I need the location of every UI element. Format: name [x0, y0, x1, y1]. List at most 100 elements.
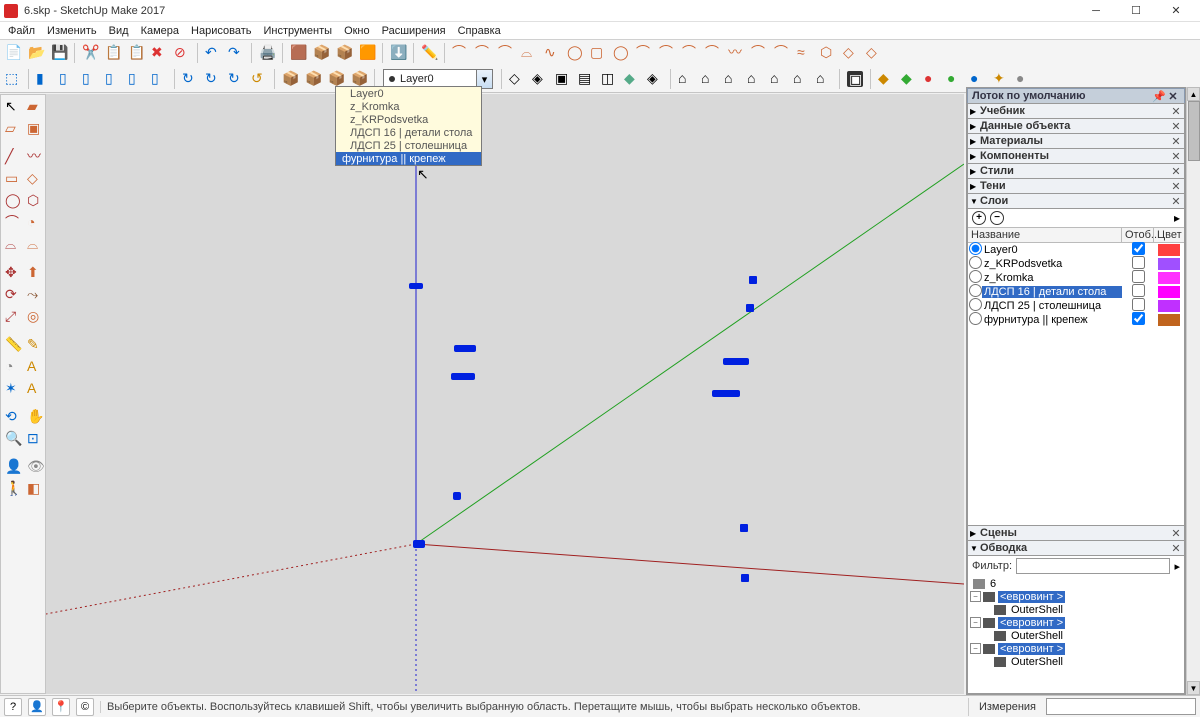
style3-button[interactable]: ▣ — [552, 68, 574, 90]
new-file-button[interactable]: 📄 — [2, 42, 24, 64]
outliner-menu-button[interactable]: ▸ — [1174, 560, 1180, 573]
view6-button[interactable]: ▯ — [148, 68, 170, 90]
credits-button[interactable]: © — [76, 698, 94, 716]
layers-menu-button[interactable]: ▸ — [1174, 211, 1180, 225]
style1-button[interactable]: ◇ — [506, 68, 528, 90]
arc16-button[interactable]: ≈ — [794, 42, 816, 64]
line-tool[interactable]: ╱ — [3, 147, 23, 167]
rotate-tool[interactable]: ⟳ — [3, 285, 23, 305]
right-scrollbar[interactable]: ▲ ▼ — [1186, 87, 1200, 695]
menu-extensions[interactable]: Расширения — [376, 23, 452, 39]
layer-dropdown-list[interactable]: Layer0 z_Kromka z_KRPodsvetka ЛДСП 16 | … — [335, 86, 482, 166]
measure-input[interactable] — [1046, 698, 1196, 715]
collapse-icon[interactable]: − — [970, 643, 981, 654]
zoomwin-tool[interactable]: ⊡ — [25, 429, 45, 449]
cut-button[interactable]: ✂️ — [79, 42, 101, 64]
freehand-tool[interactable]: 〰 — [25, 147, 45, 167]
pie-tool[interactable]: ◔ — [25, 213, 45, 233]
layer-row[interactable]: ЛДСП 25 | столешница — [968, 299, 1184, 313]
menu-view[interactable]: Вид — [103, 23, 135, 39]
polygon-tool[interactable]: ⬡ — [25, 191, 45, 211]
menu-tools[interactable]: Инструменты — [257, 23, 338, 39]
dropdown-item-furniture[interactable]: фурнитура || крепеж — [336, 152, 481, 165]
dropdown-item-ldsp16[interactable]: ЛДСП 16 | детали стола — [336, 126, 481, 139]
menu-edit[interactable]: Изменить — [41, 23, 103, 39]
section-close-icon[interactable]: ✕ — [1170, 527, 1182, 540]
view4-button[interactable]: ▯ — [102, 68, 124, 90]
style4-button[interactable]: ▤ — [575, 68, 597, 90]
offset-tool[interactable]: ◎ — [25, 307, 45, 327]
axes-tool[interactable]: ✶ — [3, 379, 23, 399]
tree-row[interactable]: OuterShell — [970, 629, 1182, 642]
ext3-button[interactable]: ● — [921, 68, 943, 90]
dropdown-item-ldsp25[interactable]: ЛДСП 25 | столешница — [336, 139, 481, 152]
arc3-button[interactable]: ⌒ — [495, 42, 517, 64]
section-styles[interactable]: ▶Стили✕ — [967, 163, 1185, 179]
section-close-icon[interactable]: ✕ — [1170, 180, 1182, 193]
section-entity[interactable]: ▶Данные объекта✕ — [967, 118, 1185, 134]
scale-tool[interactable]: ⤢ — [3, 307, 23, 327]
layer-active-radio[interactable] — [969, 256, 982, 269]
section-materials[interactable]: ▶Материалы✕ — [967, 133, 1185, 149]
dimension-tool[interactable]: ✎ — [25, 335, 45, 355]
section-close-icon[interactable]: ✕ — [1170, 135, 1182, 148]
arc7-button[interactable]: ▢ — [587, 42, 609, 64]
scroll-up-button[interactable]: ▲ — [1187, 87, 1200, 101]
refresh1-button[interactable]: ↻ — [179, 68, 201, 90]
remove-layer-button[interactable]: − — [990, 211, 1004, 225]
copy-button[interactable]: 📋 — [102, 42, 124, 64]
refresh2-button[interactable]: ↻ — [202, 68, 224, 90]
arc4-button[interactable]: ⌓ — [518, 42, 540, 64]
refresh4-button[interactable]: ↺ — [248, 68, 270, 90]
pan-tool[interactable]: ✋ — [25, 407, 45, 427]
warehouse-button[interactable]: ⬇️ — [387, 42, 409, 64]
section-close-icon[interactable]: ✕ — [1170, 195, 1182, 208]
style2-button[interactable]: ◈ — [529, 68, 551, 90]
rotrect-tool[interactable]: ◇ — [25, 169, 45, 189]
paste-button[interactable]: 📋 — [125, 42, 147, 64]
undo-button[interactable]: ↶ — [202, 42, 224, 64]
arc-tool[interactable]: ⌒ — [3, 213, 23, 233]
pin-icon[interactable]: 📌 — [1152, 90, 1166, 103]
layer-row[interactable]: z_KRPodsvetka — [968, 257, 1184, 271]
house6-button[interactable]: ⌂ — [790, 68, 812, 90]
walk-tool[interactable]: 🚶 — [3, 479, 23, 499]
model-info-button[interactable]: 🟫 — [287, 42, 309, 64]
menu-window[interactable]: Окно — [338, 23, 376, 39]
arc15-button[interactable]: ⌒ — [771, 42, 793, 64]
refresh3-button[interactable]: ↻ — [225, 68, 247, 90]
house3-button[interactable]: ⌂ — [721, 68, 743, 90]
view1-button[interactable]: ▮ — [33, 68, 55, 90]
scroll-down-button[interactable]: ▼ — [1187, 681, 1200, 695]
viewport[interactable] — [46, 94, 964, 694]
user-button[interactable]: 👤 — [28, 698, 46, 716]
menu-help[interactable]: Справка — [452, 23, 507, 39]
menu-draw[interactable]: Нарисовать — [185, 23, 257, 39]
ext1-button[interactable]: ◆ — [875, 68, 897, 90]
house4-button[interactable]: ⌂ — [744, 68, 766, 90]
box3-button[interactable]: 🟧 — [356, 42, 378, 64]
house7-button[interactable]: ⌂ — [813, 68, 835, 90]
select-tool[interactable]: ↖ — [3, 97, 23, 117]
tape-tool[interactable]: 📏 — [3, 335, 23, 355]
layer-active-radio[interactable] — [969, 284, 982, 297]
arc18-button[interactable]: ◇ — [840, 42, 862, 64]
view3-button[interactable]: ▯ — [79, 68, 101, 90]
section-close-icon[interactable]: ✕ — [1170, 165, 1182, 178]
orbit-tool[interactable]: ⟲ — [3, 407, 23, 427]
dropdown-item-layer0[interactable]: Layer0 — [336, 87, 481, 100]
protractor-tool[interactable]: ◔ — [3, 357, 23, 377]
dropdown-item-zkromka[interactable]: z_Kromka — [336, 100, 481, 113]
layer-visible-checkbox[interactable] — [1132, 284, 1145, 297]
move-tool[interactable]: ✥ — [3, 263, 23, 283]
arc10-button[interactable]: ⌒ — [656, 42, 678, 64]
layer-active-radio[interactable] — [969, 242, 982, 255]
section-layers[interactable]: ▼Слои✕ — [967, 193, 1185, 209]
layer-row[interactable]: ЛДСП 16 | детали стола — [968, 285, 1184, 299]
collapse-icon[interactable]: − — [970, 591, 981, 602]
tray-close-icon[interactable]: ✕ — [1166, 90, 1180, 103]
add-layer-button[interactable]: + — [972, 211, 986, 225]
layer-color-swatch[interactable] — [1158, 244, 1180, 256]
layer-active-radio[interactable] — [969, 270, 982, 283]
layer-color-swatch[interactable] — [1158, 300, 1180, 312]
